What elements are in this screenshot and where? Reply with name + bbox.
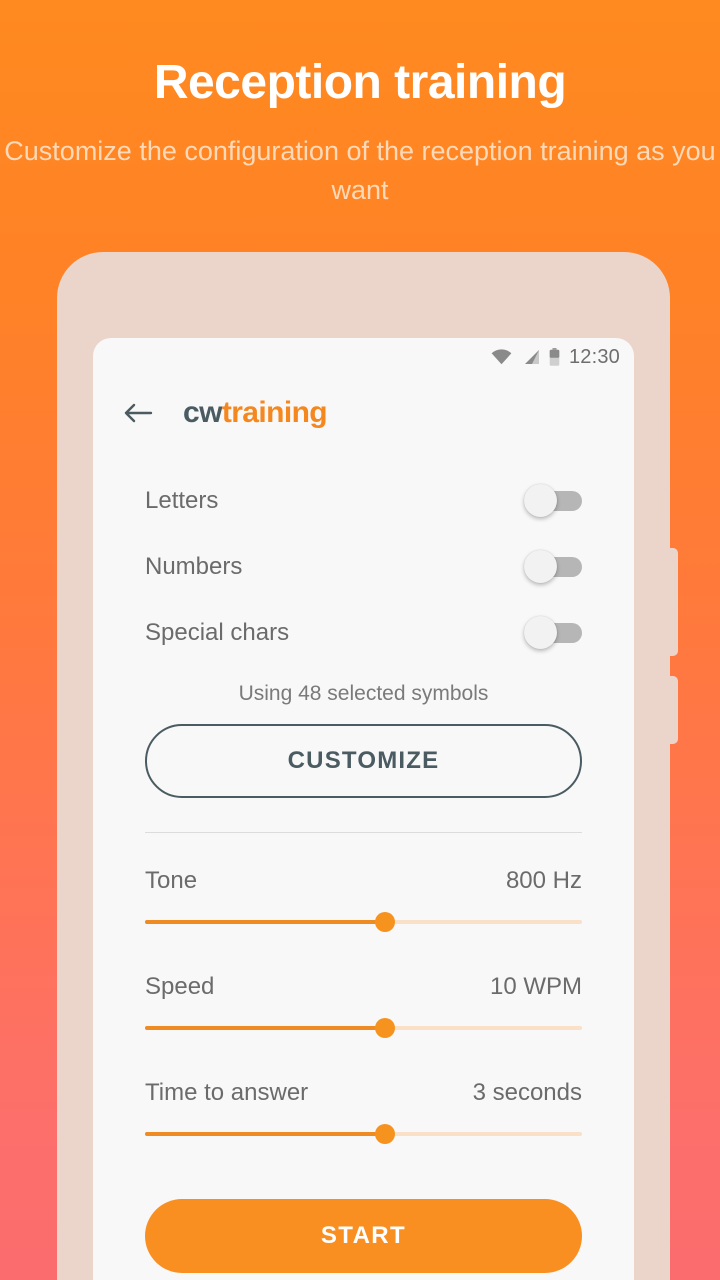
- playback-settings-section: Tone 800 Hz Speed 10 WPM Time to answer …: [93, 833, 634, 1273]
- promo-header: Reception training Customize the configu…: [0, 56, 720, 209]
- slider-header: Tone 800 Hz: [145, 867, 582, 895]
- app-logo-prefix: cw: [183, 396, 222, 429]
- volume-up-button[interactable]: [668, 548, 678, 656]
- toggle-knob: [524, 550, 557, 583]
- slider-fill: [145, 1026, 386, 1030]
- slider-label-tone: Tone: [145, 867, 198, 894]
- battery-icon: [549, 348, 560, 366]
- option-row-numbers[interactable]: Numbers: [145, 534, 582, 600]
- slider-label-speed: Speed: [145, 973, 215, 1000]
- promo-screenshot: Reception training Customize the configu…: [0, 0, 720, 1280]
- slider-thumb[interactable]: [375, 912, 396, 932]
- customize-button[interactable]: CUSTOMIZE: [145, 724, 582, 798]
- app-logo-suffix: training: [221, 396, 328, 429]
- slider-fill: [145, 1132, 386, 1136]
- symbol-options-section: Letters Numbers Special chars Using 48 s…: [93, 450, 634, 833]
- toggle-letters[interactable]: [524, 484, 582, 518]
- slider-header: Speed 10 WPM: [145, 973, 582, 1001]
- slider-group-time-to-answer: Time to answer 3 seconds: [145, 1045, 582, 1151]
- phone-screen: 12:30 cwtraining Letters Numbers Special…: [93, 338, 634, 1280]
- slider-tone[interactable]: [145, 905, 582, 939]
- slider-header: Time to answer 3 seconds: [145, 1079, 582, 1107]
- selected-symbols-note: Using 48 selected symbols: [238, 682, 489, 705]
- status-bar: 12:30: [93, 338, 634, 376]
- toggle-special-chars[interactable]: [524, 616, 582, 650]
- toggle-knob: [524, 484, 557, 517]
- cellular-signal-icon: [521, 349, 540, 365]
- option-label-numbers: Numbers: [145, 553, 243, 580]
- volume-down-button[interactable]: [668, 676, 678, 744]
- page-title: Reception training: [153, 56, 567, 109]
- phone-mockup: 12:30 cwtraining Letters Numbers Special…: [57, 252, 678, 1280]
- slider-label-time-to-answer: Time to answer: [145, 1079, 309, 1106]
- status-bar-clock: 12:30: [568, 345, 620, 368]
- back-arrow-icon[interactable]: [123, 401, 153, 425]
- page-subtitle: Customize the configuration of the recep…: [4, 136, 716, 205]
- slider-value-time-to-answer: 3 seconds: [472, 1079, 582, 1106]
- option-row-special-chars[interactable]: Special chars: [145, 600, 582, 666]
- option-label-special-chars: Special chars: [145, 619, 290, 646]
- slider-time-to-answer[interactable]: [145, 1117, 582, 1151]
- slider-value-tone: 800 Hz: [505, 867, 582, 894]
- start-button[interactable]: START: [145, 1199, 582, 1273]
- app-logo: cwtraining: [183, 396, 328, 430]
- option-label-letters: Letters: [145, 487, 219, 514]
- toggle-knob: [524, 616, 557, 649]
- toggle-numbers[interactable]: [524, 550, 582, 584]
- slider-group-speed: Speed 10 WPM: [145, 939, 582, 1045]
- wifi-icon: [491, 349, 512, 365]
- slider-thumb[interactable]: [375, 1018, 396, 1038]
- slider-fill: [145, 920, 386, 924]
- slider-group-tone: Tone 800 Hz: [145, 833, 582, 939]
- slider-speed[interactable]: [145, 1011, 582, 1045]
- slider-value-speed: 10 WPM: [489, 973, 582, 1000]
- app-bar: cwtraining: [93, 376, 634, 450]
- option-row-letters[interactable]: Letters: [145, 468, 582, 534]
- slider-thumb[interactable]: [375, 1124, 396, 1144]
